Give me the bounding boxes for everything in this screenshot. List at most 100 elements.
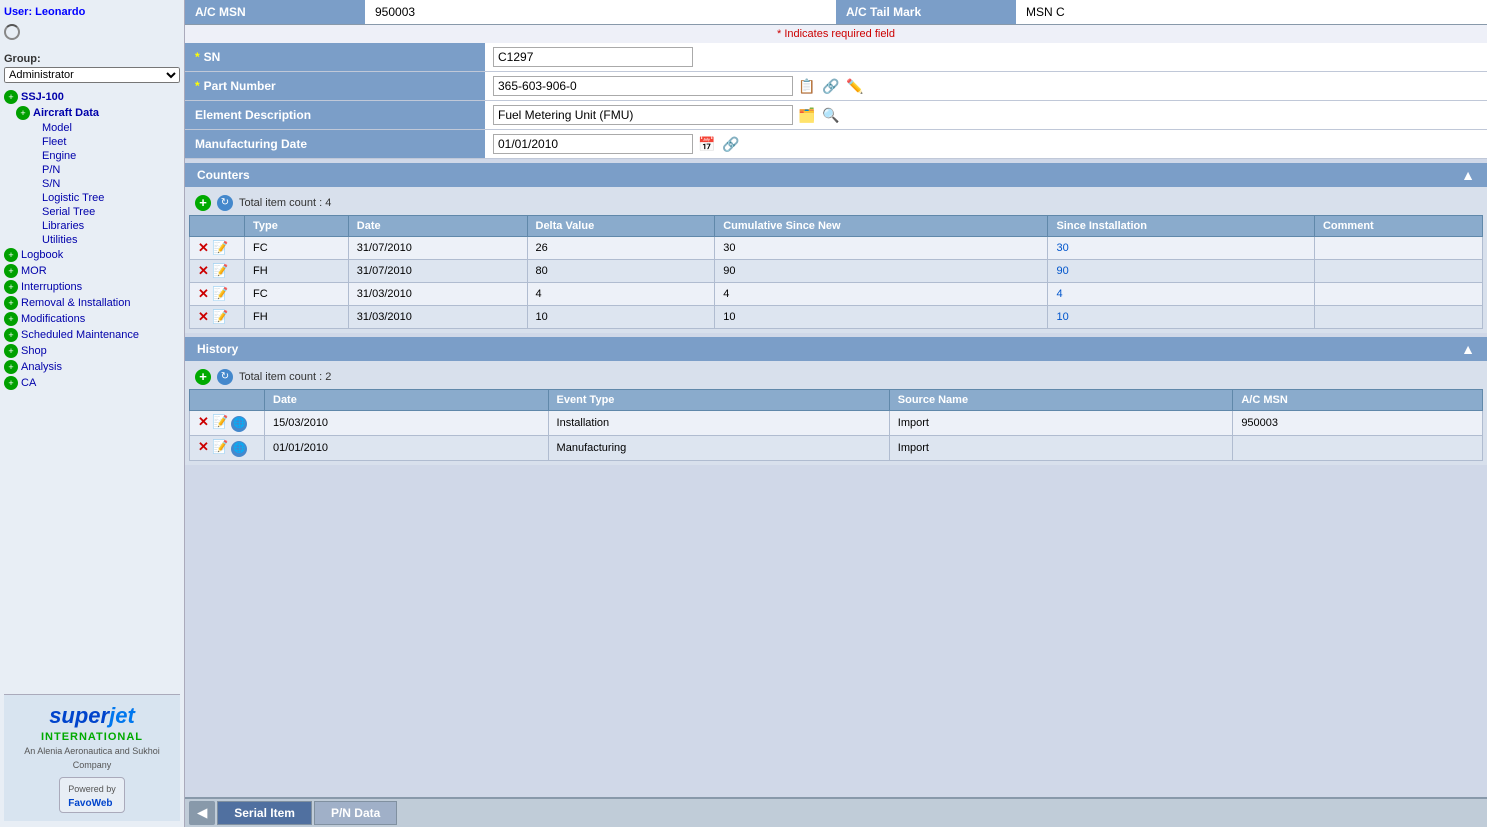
counters-toolbar: + ↻ Total item count : 4 [189,191,1483,215]
ac-msn-label: A/C MSN [185,0,365,24]
sidebar-item-serial-tree[interactable]: Serial Tree [4,205,180,219]
cell-ac-msn [1233,436,1483,461]
sidebar-item-removal-installation[interactable]: + Removal & Installation [4,295,180,311]
mfg-date-link-btn[interactable]: 🔗 [721,134,741,154]
sidebar-item-logbook[interactable]: + Logbook [4,247,180,263]
cell-comment [1314,283,1482,306]
sidebar-item-label: Fleet [42,136,66,148]
sidebar-item-shop[interactable]: + Shop [4,343,180,359]
counters-refresh-btn[interactable]: ↻ [217,195,233,211]
pn-link-btn[interactable]: 🔗 [821,76,841,96]
desc-input[interactable] [493,105,793,125]
user-label[interactable]: User: Leonardo [4,6,180,18]
sidebar-item-scheduled-maintenance[interactable]: + Scheduled Maintenance [4,327,180,343]
sidebar-item-label: CA [21,377,36,389]
cell-type: FC [245,237,349,260]
cell-delta: 26 [527,237,715,260]
desc-btn1[interactable]: 🗂️ [797,105,817,125]
pn-edit-btn[interactable]: ✏️ [845,76,865,96]
cell-since-install: 30 [1048,237,1315,260]
cell-source-name: Import [889,411,1233,436]
edit-icon[interactable]: 📝 [212,240,228,255]
sidebar-item-sn[interactable]: S/N [4,177,180,191]
cell-cumulative: 10 [715,306,1048,329]
sidebar-item-ssj100[interactable]: + SSJ-100 [4,89,180,105]
history-title: History [197,342,238,356]
table-row: ✕ 📝 🌐 01/01/2010 Manufacturing Import [190,436,1483,461]
table-row: ✕ 📝 FC 31/03/2010 4 4 4 [190,283,1483,306]
col-type: Type [245,216,349,237]
history-panel: History ▲ + ↻ Total item count : 2 Date [185,337,1487,465]
history-collapse-icon[interactable]: ▲ [1461,341,1475,357]
bottom-nav-back-btn[interactable]: ◀ [189,801,215,825]
sidebar-item-label: Logbook [21,249,63,261]
counters-add-btn[interactable]: + [195,195,211,211]
counters-total: Total item count : 4 [239,197,331,209]
col-actions [190,216,245,237]
desc-search-btn[interactable]: 🔍 [821,105,841,125]
hist-col-date: Date [265,390,549,411]
cell-since-install: 90 [1048,260,1315,283]
delete-icon[interactable]: ✕ [198,309,209,324]
sidebar-item-interruptions[interactable]: + Interruptions [4,279,180,295]
tree-container: + SSJ-100 + Aircraft Data Model Fleet [4,89,180,391]
tab-pn-data[interactable]: P/N Data [314,801,397,825]
bullet-green-icon: + [4,312,18,326]
bullet-green-icon: + [4,90,18,104]
sidebar-item-modifications[interactable]: + Modifications [4,311,180,327]
tab-serial-item[interactable]: Serial Item [217,801,312,825]
history-refresh-btn[interactable]: ↻ [217,369,233,385]
cell-delta: 10 [527,306,715,329]
group-select[interactable]: Administrator [4,67,180,83]
edit-icon[interactable]: 📝 [212,439,228,454]
cell-delta: 80 [527,260,715,283]
delete-icon[interactable]: ✕ [198,414,209,429]
sidebar-item-ca[interactable]: + CA [4,375,180,391]
sn-input[interactable] [493,47,693,67]
history-add-btn[interactable]: + [195,369,211,385]
sidebar-item-analysis[interactable]: + Analysis [4,359,180,375]
sidebar-item-libraries[interactable]: Libraries [4,219,180,233]
history-header: History ▲ [185,337,1487,361]
pn-input[interactable] [493,76,793,96]
sidebar-item-utilities[interactable]: Utilities [4,233,180,247]
pn-label: Part Number [204,79,276,93]
edit-icon[interactable]: 📝 [212,263,228,278]
edit-icon[interactable]: 📝 [212,414,228,429]
edit-icon[interactable]: 📝 [212,309,228,324]
sidebar-item-model[interactable]: Model [4,121,180,135]
sidebar-item-mor[interactable]: + MOR [4,263,180,279]
sidebar-item-label: Utilities [42,234,77,246]
required-notice: * Indicates required field [185,25,1487,43]
sidebar-item-label: Removal & Installation [21,297,130,309]
sidebar-item-logistic-tree[interactable]: Logistic Tree [4,191,180,205]
sidebar-item-label: Serial Tree [42,206,95,218]
bullet-green-icon: + [16,106,30,120]
delete-icon[interactable]: ✕ [198,286,209,301]
logo-international: INTERNATIONAL [41,731,143,743]
cell-date: 01/01/2010 [265,436,549,461]
sidebar-item-label: Libraries [42,220,84,232]
cell-cumulative: 4 [715,283,1048,306]
counters-collapse-icon[interactable]: ▲ [1461,167,1475,183]
cell-date: 31/03/2010 [348,283,527,306]
cell-type: FH [245,306,349,329]
cell-date: 31/07/2010 [348,260,527,283]
delete-icon[interactable]: ✕ [198,240,209,255]
col-comment: Comment [1314,216,1482,237]
delete-icon[interactable]: ✕ [198,263,209,278]
delete-icon[interactable]: ✕ [198,439,209,454]
sidebar-item-pn[interactable]: P/N [4,163,180,177]
mfg-date-input[interactable] [493,134,693,154]
ac-tail-value: MSN C [1016,0,1487,24]
sidebar-item-label: Shop [21,345,47,357]
mfg-date-calendar-btn[interactable]: 📅 [697,134,717,154]
sidebar-item-fleet[interactable]: Fleet [4,135,180,149]
sidebar-item-engine[interactable]: Engine [4,149,180,163]
globe-icon: 🌐 [231,416,247,432]
desc-label: Element Description [195,108,311,122]
sidebar-item-aircraft-data[interactable]: + Aircraft Data [4,105,180,121]
bullet-green-icon: + [4,376,18,390]
pn-copy-btn[interactable]: 📋 [797,76,817,96]
edit-icon[interactable]: 📝 [212,286,228,301]
